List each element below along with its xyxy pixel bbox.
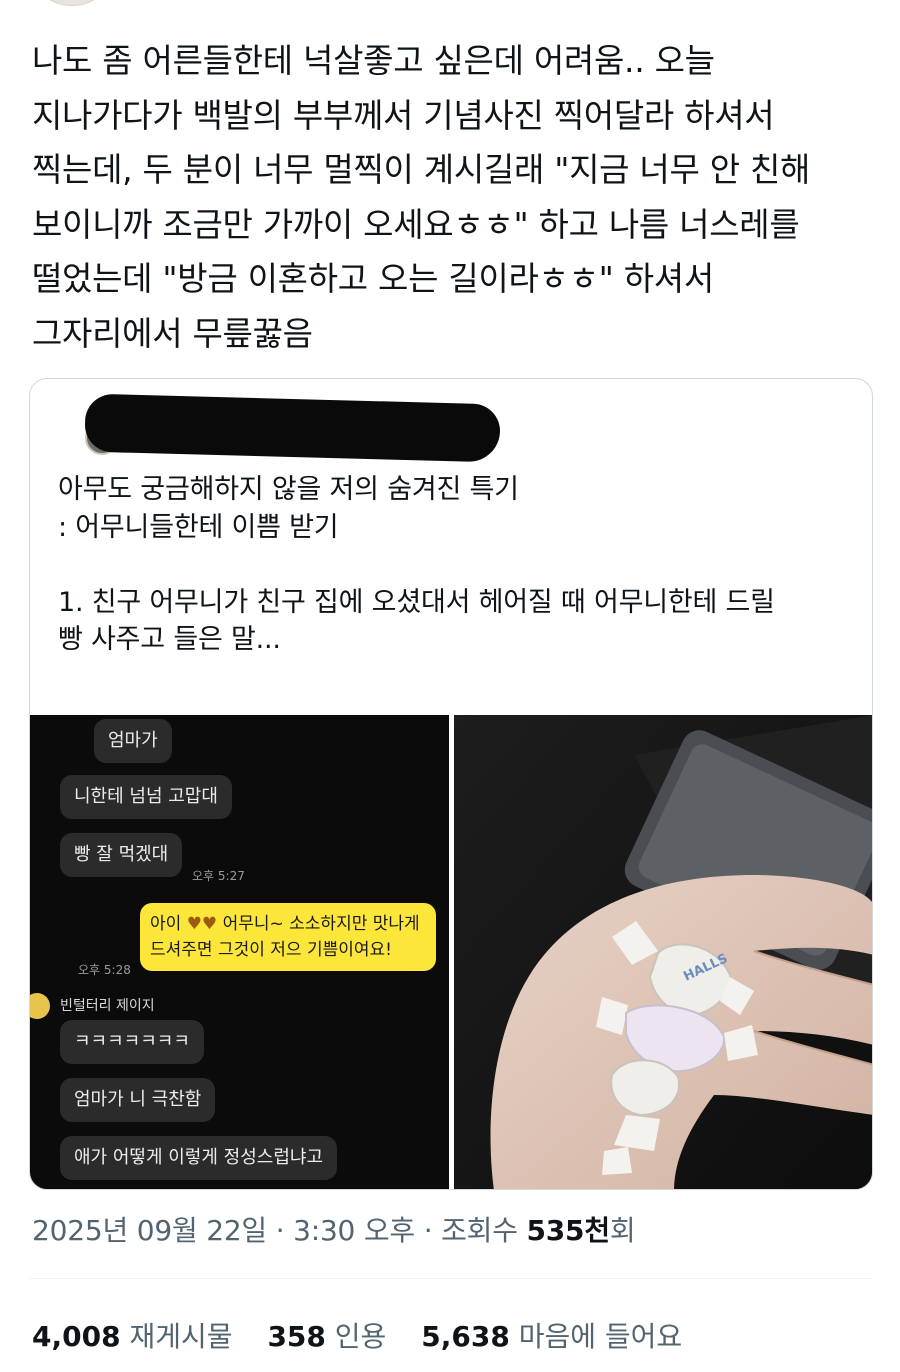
tweet-meta: 2025년 09월 22일 · 3:30 오후 · 조회수 535천회 [32, 1209, 636, 1249]
chat-sender-name: 빈털터리 제이지 [60, 998, 155, 1014]
quote-label: 인용 [334, 1320, 387, 1353]
view-count: 535천 [526, 1214, 610, 1247]
chat-message: ㅋㅋㅋㅋㅋㅋㅋ [60, 1020, 204, 1064]
chat-message: 애가 어떻게 이렇게 정성스럽냐고 [60, 1136, 338, 1180]
like-label: 마음에 들어요 [518, 1320, 683, 1353]
chat-message: 엄마가 니 극찬함 [60, 1078, 216, 1122]
tweet-text: 나도 좀 어른들한테 넉살좋고 싶은데 어려움.. 오늘 지나가다가 백발의 부… [32, 41, 811, 353]
retweets-stat[interactable]: 4,008 재게시물 [32, 1320, 233, 1353]
quotes-stat[interactable]: 358 인용 [267, 1320, 386, 1353]
retweet-count: 4,008 [32, 1320, 121, 1353]
like-count: 5,638 [421, 1320, 510, 1353]
chat-mine-prefix: 아이 [150, 914, 182, 934]
sender-avatar [30, 993, 50, 1019]
brown-heart-icon: ♥♥ [186, 914, 218, 934]
chat-screenshot-image[interactable]: 엄마가 니한테 넘넘 고맙대 빵 잘 먹겠대 오후 5:27 아이 ♥♥ 어무니… [30, 715, 449, 1189]
tweet-datetime[interactable]: 2025년 09월 22일 · 3:30 오후 · 조회수 [32, 1214, 526, 1247]
quoted-tweet-text: 아무도 궁금해하지 않을 저의 숨겨진 특기 : 어무니들한테 이쁨 받기 1.… [58, 474, 775, 655]
redacted-author [84, 393, 501, 463]
likes-stat[interactable]: 5,638 마음에 들어요 [421, 1320, 682, 1353]
chat-timestamp: 오후 5:28 [78, 963, 131, 977]
photo-illustration: HALLS [454, 715, 872, 1189]
chat-timestamp: 오후 5:27 [192, 869, 245, 883]
author-avatar[interactable] [42, 0, 102, 6]
retweet-label: 재게시물 [129, 1320, 233, 1353]
chat-message: 엄마가 [94, 719, 172, 763]
tweet-stats: 4,008 재게시물 358 인용 5,638 마음에 들어요 [32, 1315, 708, 1355]
chat-message: 니한테 넘넘 고맙대 [60, 775, 232, 819]
divider [29, 1278, 871, 1279]
chat-message-mine: 아이 ♥♥ 어무니~ 소소하지만 맛나게 드셔주면 그것이 저으 기쁨이여요! [140, 903, 436, 971]
redaction-mark [84, 393, 501, 463]
chat-message: 빵 잘 먹겠대 [60, 833, 183, 877]
candy-hand-photo[interactable]: HALLS [454, 715, 872, 1189]
quoted-tweet-card[interactable]: 아무도 궁금해하지 않을 저의 숨겨진 특기 : 어무니들한테 이쁨 받기 1.… [29, 378, 873, 1190]
quote-count: 358 [267, 1320, 326, 1353]
view-suffix: 회 [609, 1214, 636, 1247]
